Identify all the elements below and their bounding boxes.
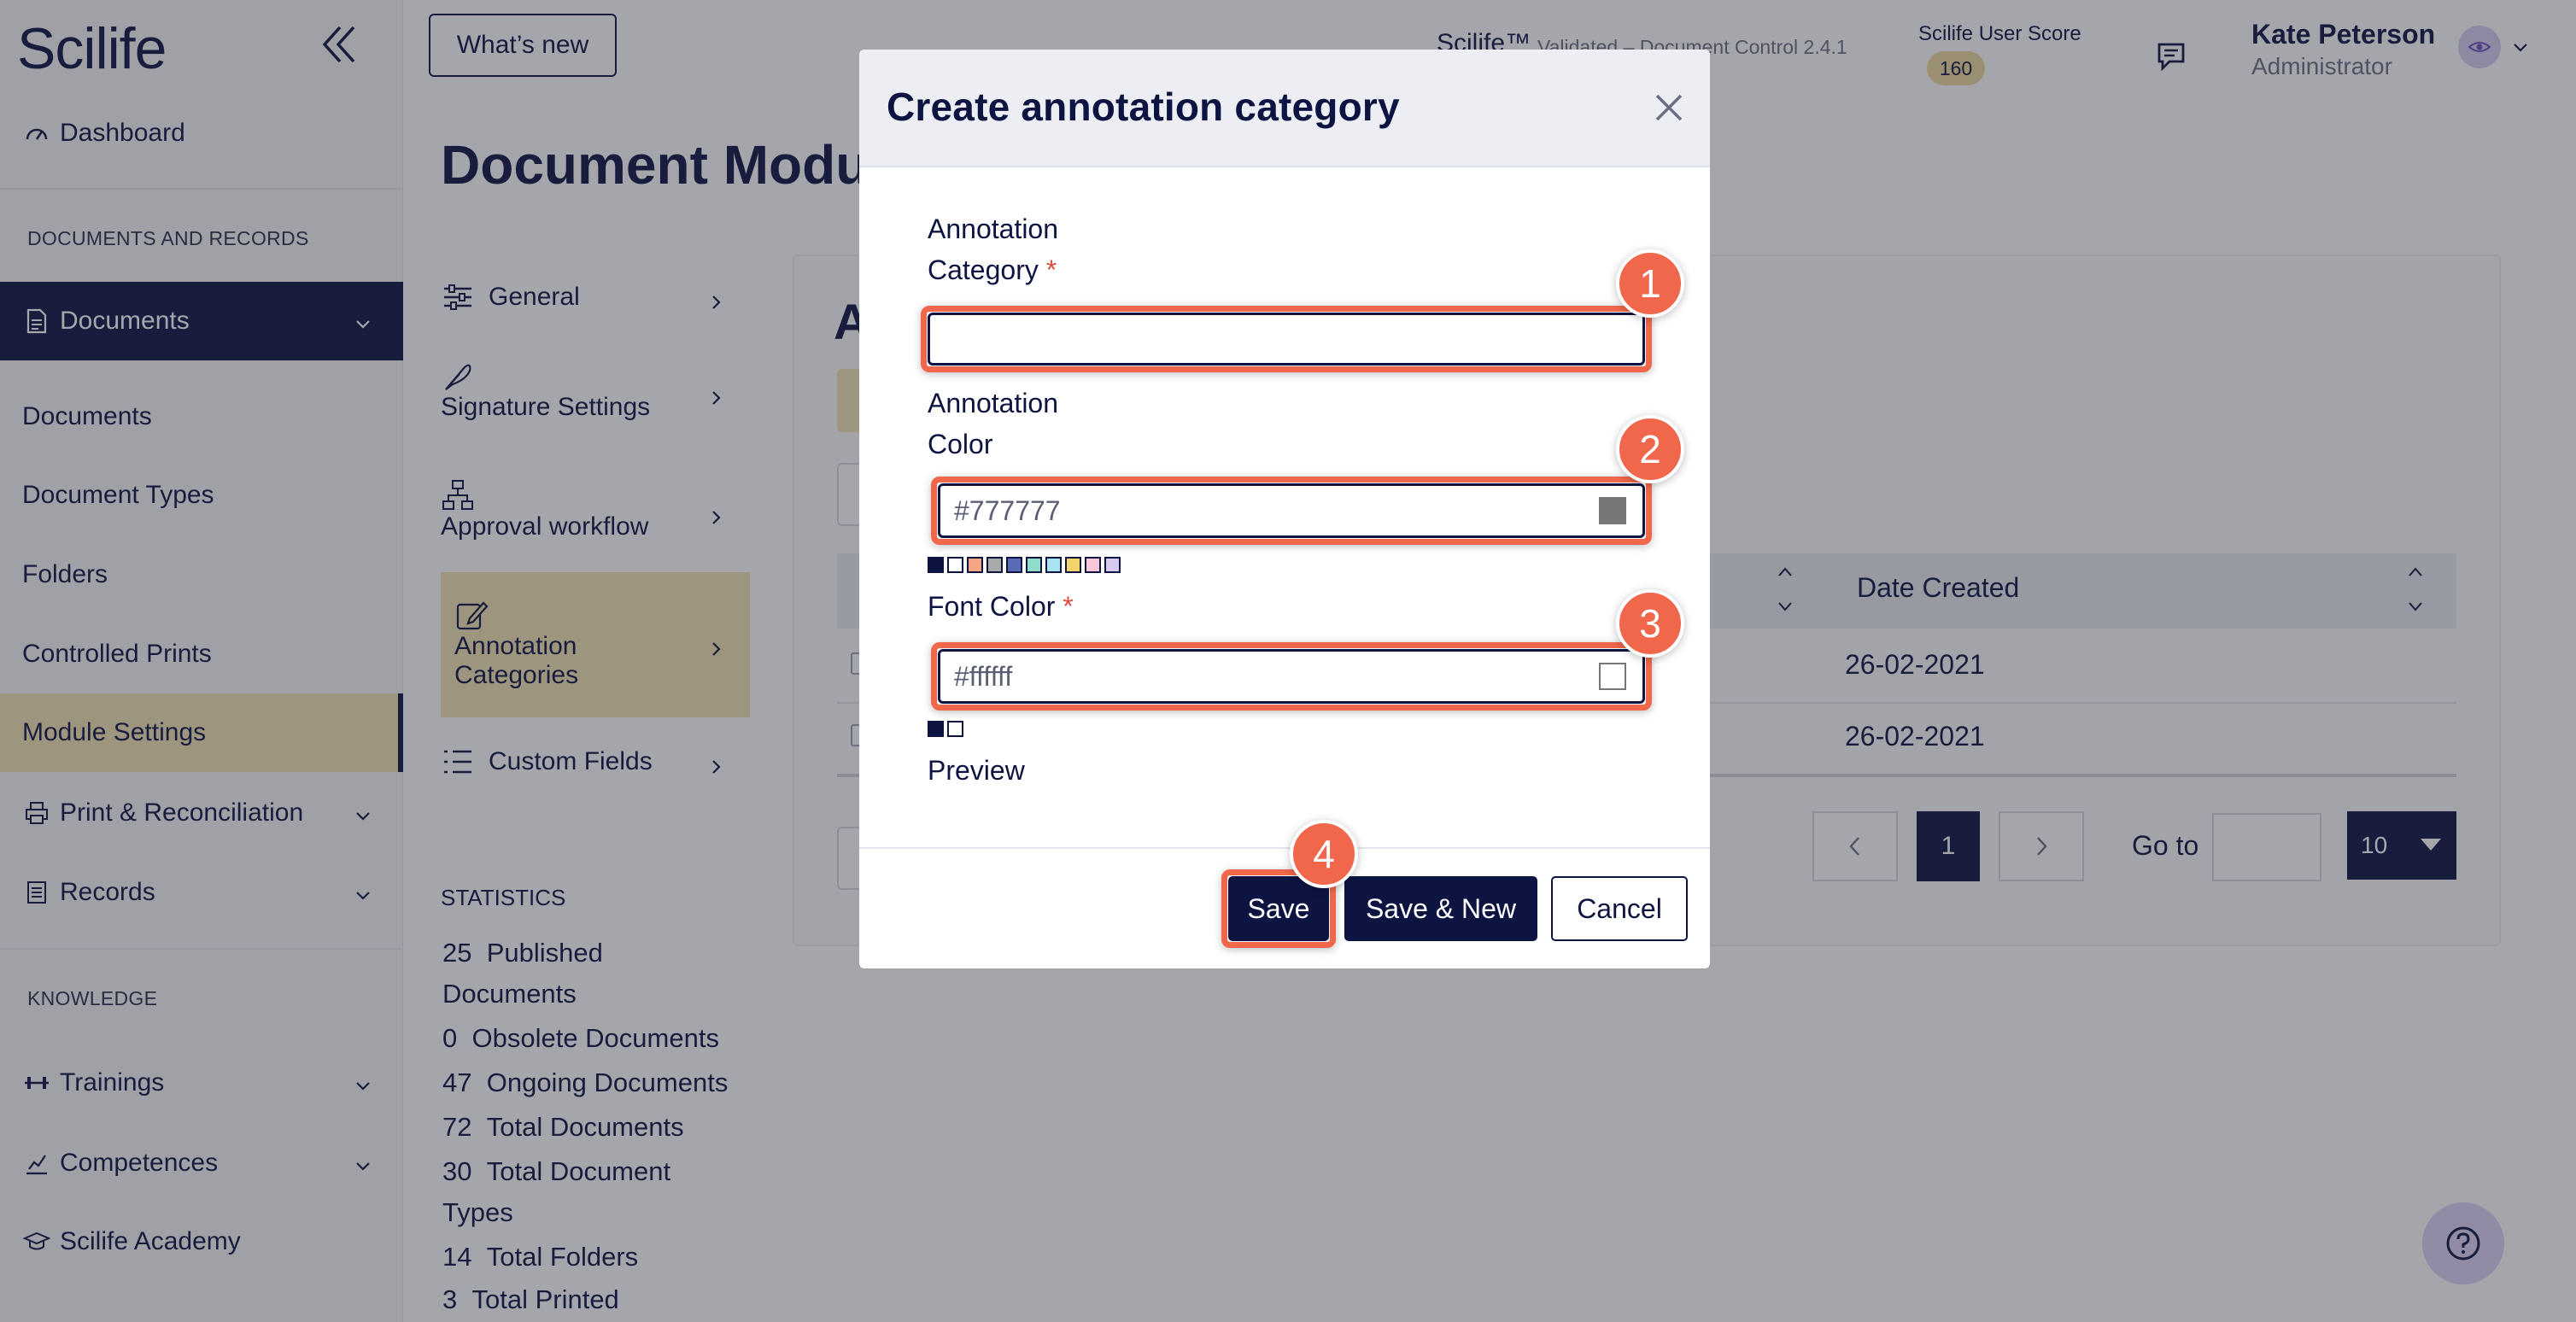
color-swatch[interactable] — [947, 721, 963, 737]
required-marker: * — [1063, 591, 1074, 622]
color-swatch[interactable] — [967, 557, 983, 573]
color-swatch[interactable] — [928, 557, 944, 573]
annotation-category-input[interactable] — [928, 313, 1645, 366]
label-text: Font Color — [928, 591, 1056, 622]
callout-badge: 1 — [1616, 249, 1684, 318]
save-and-new-button[interactable]: Save & New — [1344, 876, 1537, 941]
color-swatch[interactable] — [1006, 557, 1022, 573]
dialog-title: Create annotation category — [887, 85, 1400, 129]
color-preview-swatch[interactable] — [1599, 497, 1626, 524]
annotation-color-label: Annotation Color — [928, 383, 1058, 465]
label-text: Annotation — [928, 388, 1059, 418]
callout-badge: 3 — [1616, 589, 1684, 658]
color-swatch[interactable] — [1045, 557, 1062, 573]
font-color-input[interactable]: #ffffff — [938, 649, 1645, 704]
annotation-color-swatches — [928, 557, 1121, 573]
color-swatch[interactable] — [1104, 557, 1121, 573]
font-color-preview-swatch[interactable] — [1599, 663, 1626, 690]
color-swatch[interactable] — [1065, 557, 1081, 573]
color-swatch[interactable] — [1026, 557, 1042, 573]
callout-badge: 2 — [1616, 415, 1684, 483]
label-text: Category — [928, 254, 1039, 285]
callout-badge: 4 — [1290, 820, 1358, 888]
color-swatch[interactable] — [986, 557, 1003, 573]
font-color-swatches — [928, 721, 963, 737]
create-annotation-category-dialog: Create annotation category Annotation Ca… — [859, 50, 1710, 968]
dialog-footer-divider — [859, 847, 1710, 849]
color-swatch[interactable] — [1085, 557, 1101, 573]
required-marker: * — [1045, 254, 1057, 285]
color-swatch[interactable] — [947, 557, 963, 573]
color-swatch[interactable] — [928, 721, 944, 737]
label-text: Annotation — [928, 214, 1059, 244]
preview-label: Preview — [928, 755, 1025, 786]
close-icon[interactable] — [1650, 89, 1688, 126]
cancel-button[interactable]: Cancel — [1551, 876, 1688, 941]
font-color-label: Font Color * — [928, 586, 1074, 627]
annotation-category-label: Annotation Category * — [928, 208, 1058, 290]
label-text: Color — [928, 429, 993, 459]
annotation-color-input[interactable]: #777777 — [938, 483, 1645, 538]
